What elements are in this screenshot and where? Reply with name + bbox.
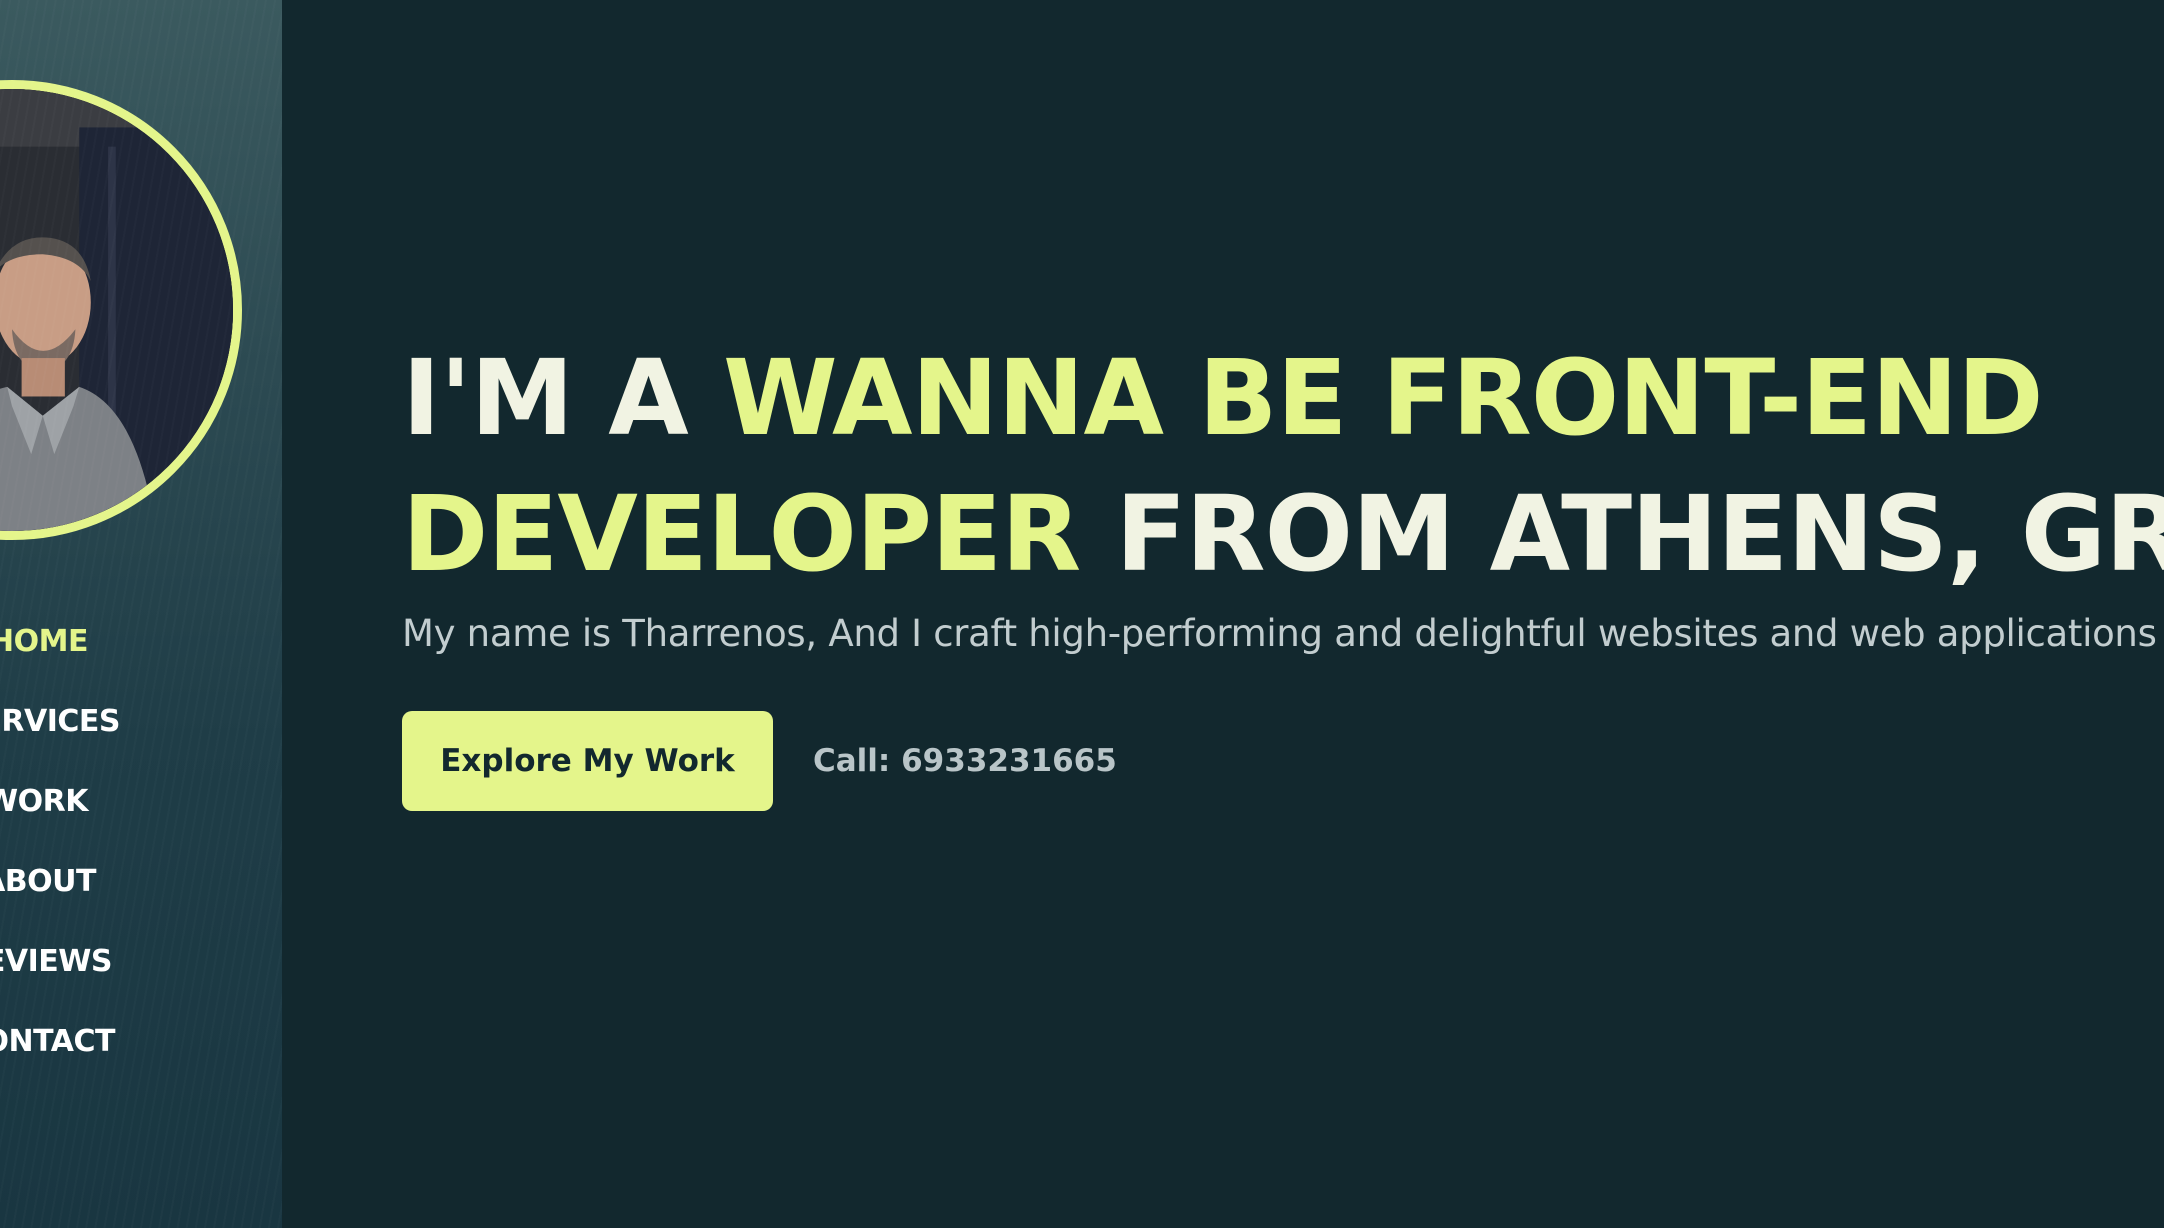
headline-highlight-2: DEVELOPER — [402, 473, 1081, 595]
headline-part-2: FROM ATHENS, GR — [1080, 473, 2164, 595]
nav-item-reviews[interactable]: EVIEWS — [0, 934, 282, 1014]
nav-item-work[interactable]: WORK — [0, 774, 282, 854]
page: HOME ERVICES WORK ABOUT EVIEWS ONTACT I'… — [0, 0, 2164, 1228]
phone-link[interactable]: Call: 6933231665 — [813, 743, 1117, 779]
nav-item-label: ERVICES — [0, 704, 120, 739]
nav-item-services[interactable]: ERVICES — [0, 694, 282, 774]
hero-actions: Explore My Work Call: 6933231665 — [402, 711, 2164, 811]
nav-item-label: ABOUT — [0, 864, 96, 899]
nav-item-about[interactable]: ABOUT — [0, 854, 282, 934]
hero-section: I'M A WANNA BE FRONT-END DEVELOPER FROM … — [402, 330, 2164, 811]
avatar — [0, 80, 242, 540]
nav-item-label: HOME — [0, 624, 88, 659]
headline-part-1: I'M A — [402, 337, 723, 459]
nav-item-label: ONTACT — [0, 1024, 116, 1059]
nav-item-label: EVIEWS — [0, 944, 113, 979]
hero-subtitle: My name is Tharrenos, And I craft high-p… — [402, 612, 2157, 655]
hero-headline: I'M A WANNA BE FRONT-END DEVELOPER FROM … — [402, 330, 2164, 602]
nav-item-label: WORK — [0, 784, 88, 819]
nav-item-contact[interactable]: ONTACT — [0, 1014, 282, 1094]
sidebar: HOME ERVICES WORK ABOUT EVIEWS ONTACT — [0, 0, 282, 1228]
main-nav: HOME ERVICES WORK ABOUT EVIEWS ONTACT — [0, 614, 282, 1094]
headline-highlight-1: WANNA BE FRONT-END — [722, 337, 2044, 459]
explore-my-work-button[interactable]: Explore My Work — [402, 711, 773, 811]
profile-photo — [0, 89, 233, 531]
nav-item-home[interactable]: HOME — [0, 614, 282, 694]
